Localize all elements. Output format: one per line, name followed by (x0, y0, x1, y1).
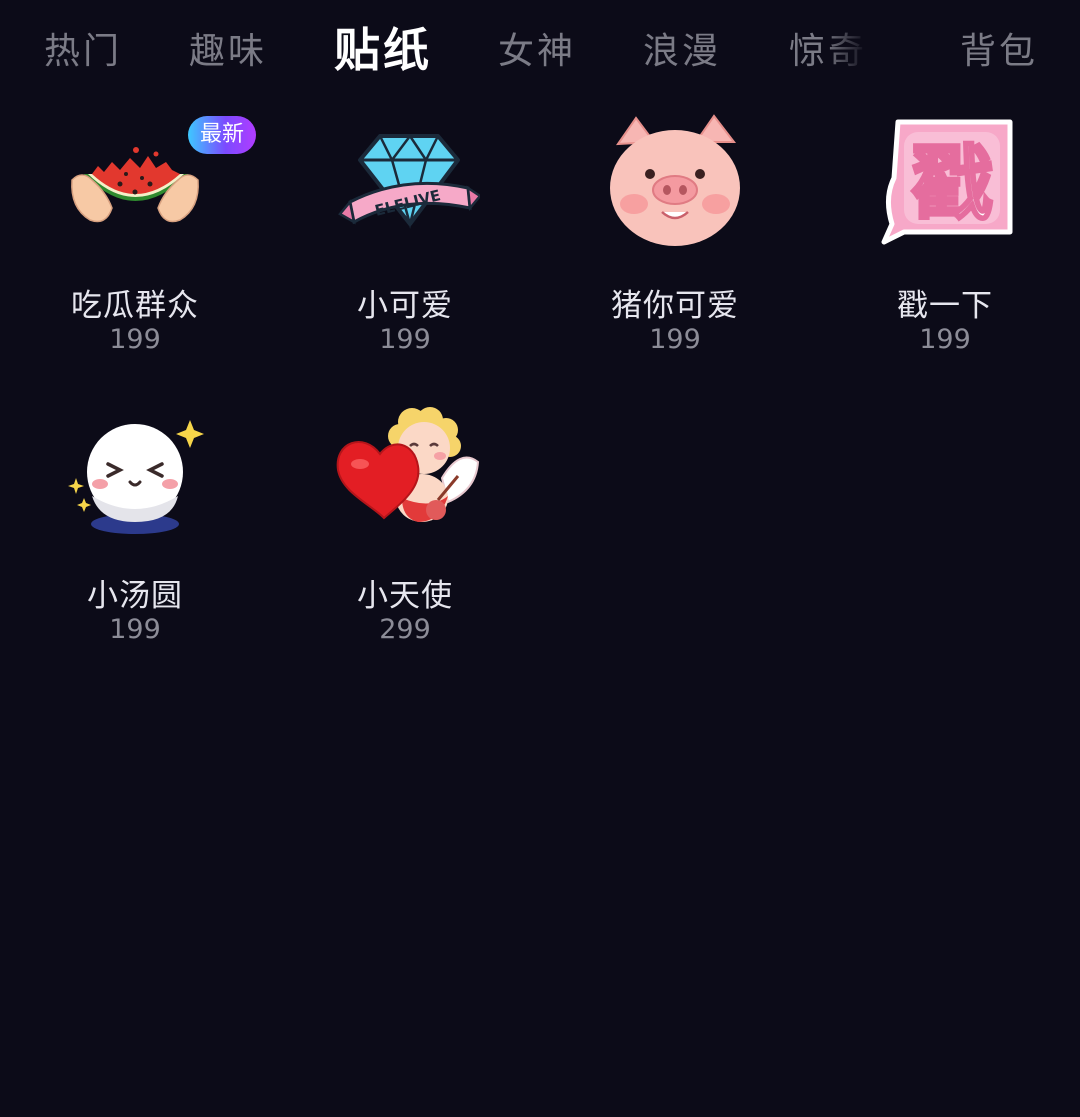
sticker-price: 199 (919, 324, 971, 355)
tab-goddess[interactable]: 女神 (498, 22, 576, 74)
pig-icon (610, 114, 740, 246)
tab-backpack[interactable]: 背包 (960, 22, 1038, 74)
tab-stickers[interactable]: 贴纸 (334, 14, 432, 80)
sticker-name: 小可爱 (357, 288, 453, 324)
sticker-name: 戳一下 (897, 288, 993, 324)
cupid-icon (336, 407, 480, 522)
poke-icon: 戳 (881, 119, 1013, 245)
tab-fun[interactable]: 趣味 (189, 22, 267, 74)
sticker-price: 199 (379, 324, 431, 355)
sticker-price: 299 (379, 614, 431, 645)
sticker-name: 小汤圆 (87, 578, 183, 614)
sticker-name: 小天使 (357, 578, 453, 614)
sticker-price: 199 (109, 324, 161, 355)
sticker-item-poke[interactable]: 戳 戳一下 199 (810, 108, 1080, 378)
new-badge: 最新 (188, 116, 256, 154)
sticker-item-pig[interactable]: 猪你可爱 199 (540, 108, 810, 378)
sticker-name: 猪你可爱 (611, 288, 739, 324)
sticker-name: 吃瓜群众 (71, 288, 199, 324)
sticker-price: 199 (109, 614, 161, 645)
sticker-item-dumpling[interactable]: 小汤圆 199 (0, 398, 270, 668)
sticker-item-watermelon[interactable]: 最新 吃瓜群众 199 (0, 108, 270, 378)
diamond-icon: ELELIVE (338, 133, 480, 229)
sticker-item-cupid[interactable]: 小天使 299 (270, 398, 540, 668)
tab-surprise[interactable]: 惊奇 (789, 22, 867, 74)
sticker-price: 199 (649, 324, 701, 355)
tab-romance[interactable]: 浪漫 (643, 22, 721, 74)
category-tabs: 热门 趣味 贴纸 女神 浪漫 惊奇 背包 (0, 0, 1080, 100)
poke-art-text: 戳 (911, 137, 993, 232)
tab-hot[interactable]: 热门 (44, 22, 122, 74)
sticker-item-diamond[interactable]: ELELIVE 小可爱 199 (270, 108, 540, 378)
dumpling-icon (68, 420, 204, 534)
